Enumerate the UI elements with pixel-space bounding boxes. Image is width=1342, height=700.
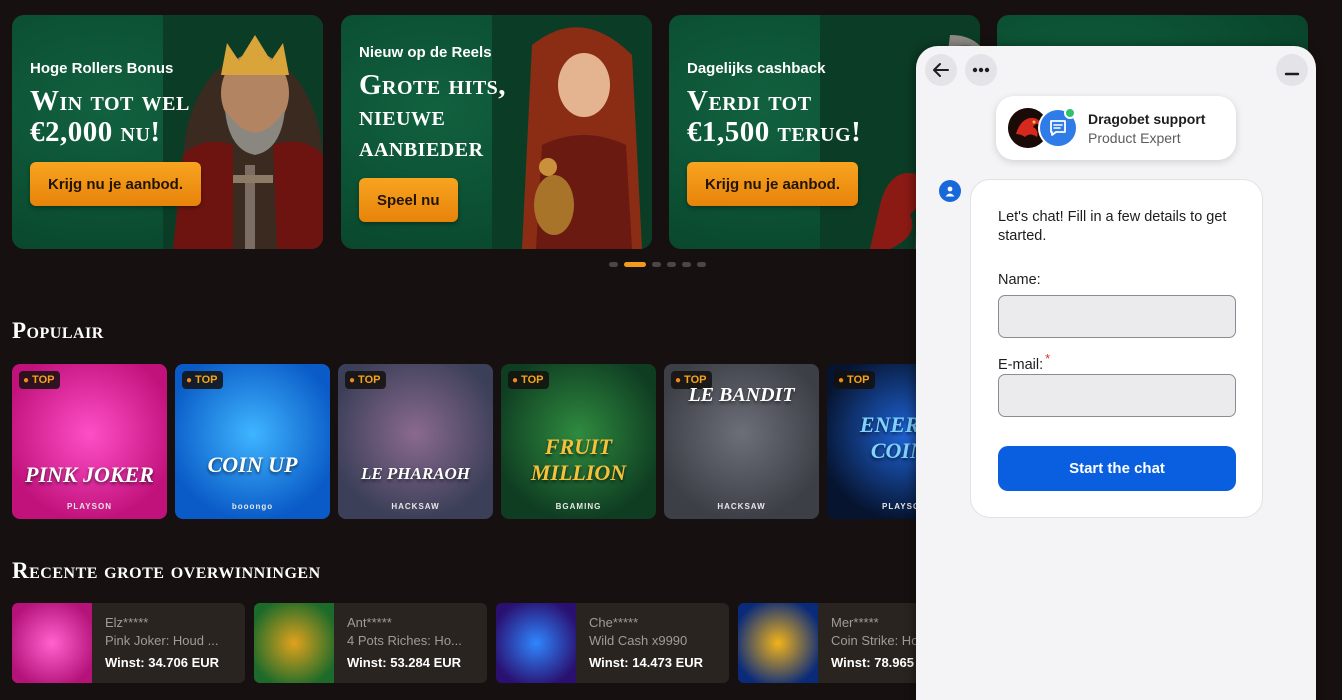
- start-chat-button[interactable]: Start the chat: [998, 446, 1236, 491]
- game-title: PINK JOKER: [25, 462, 154, 487]
- banner-headline: Verdi tot €1,500 terug!: [687, 85, 862, 148]
- flame-icon: ●: [838, 374, 845, 386]
- win-amount: Winst: 53.284 EUR: [347, 655, 462, 670]
- required-marker: *: [1045, 351, 1051, 366]
- game-tile[interactable]: ● TOP COIN UP booongo: [175, 364, 330, 519]
- game-thumbnail: [496, 603, 576, 683]
- support-chat-panel: Dragobet support Product Expert Let's ch…: [916, 46, 1316, 700]
- winner-name: Che*****: [589, 615, 639, 630]
- game-title: LE BANDIT: [688, 384, 795, 406]
- claim-offer-button[interactable]: Krijg nu je aanbod.: [687, 162, 859, 206]
- win-card[interactable]: Ant***** 4 Pots Riches: Ho... Winst: 53.…: [254, 603, 487, 683]
- carousel-dot-active[interactable]: [624, 262, 646, 267]
- game-title: FRUIT MILLION: [530, 434, 627, 485]
- badge-label: TOP: [32, 374, 55, 386]
- game-tile[interactable]: ●TOP ENERGY COINS PLAYSON: [827, 364, 917, 519]
- win-card[interactable]: Mer***** Coin Strike: Hold Winst: 78.965…: [738, 603, 917, 683]
- user-icon: [945, 186, 955, 197]
- win-amount: Winst: 34.706 EUR: [105, 655, 220, 670]
- game-thumbnail: [12, 603, 92, 683]
- banner-headline: Grote hits, nieuwe aanbieder: [359, 69, 507, 163]
- arrow-left-icon: [933, 63, 949, 77]
- game-tile[interactable]: ● TOP LE PHARAOH HACKSAW: [338, 364, 493, 519]
- game-provider: BGAMING: [555, 502, 602, 511]
- game-provider: PLAYSON: [67, 502, 112, 511]
- flame-icon: ●: [23, 374, 30, 386]
- recent-wins-section-title: Recente grote overwinningen: [12, 558, 321, 583]
- game-title: ENERGY COINS: [859, 412, 917, 463]
- badge-label: TOP: [358, 374, 381, 386]
- flame-icon: ●: [349, 374, 356, 386]
- email-label: E-mail: *: [998, 351, 1050, 373]
- promo-banner-new-reels[interactable]: Nieuw op de Reels Grote hits, nieuwe aan…: [341, 15, 652, 249]
- agent-name: Dragobet support: [1088, 111, 1206, 127]
- carousel-dot[interactable]: [609, 262, 618, 267]
- top-badge: ● TOP: [345, 371, 387, 389]
- badge-label: TOP: [195, 374, 218, 386]
- game-tile[interactable]: ● TOP PINK JOKER PLAYSON: [12, 364, 167, 519]
- flame-icon: ●: [512, 374, 519, 386]
- game-provider: PLAYSON: [882, 502, 917, 511]
- bot-avatar: [939, 180, 961, 202]
- name-label-text: Name:: [998, 272, 1041, 288]
- win-card[interactable]: Elz***** Pink Joker: Houd ... Winst: 34.…: [12, 603, 245, 683]
- game-thumbnail: [254, 603, 334, 683]
- banner-headline: Win tot wel €2,000 nu!: [30, 85, 190, 148]
- more-options-button[interactable]: [965, 54, 997, 86]
- minimize-button[interactable]: [1276, 54, 1308, 86]
- recent-wins-row: Elz***** Pink Joker: Houd ... Winst: 34.…: [12, 603, 917, 683]
- agent-role: Product Expert: [1088, 130, 1181, 146]
- top-badge: ● TOP: [508, 371, 550, 389]
- flame-icon: ●: [186, 374, 193, 386]
- game-title: COIN UP: [207, 452, 298, 477]
- win-card[interactable]: Che***** Wild Cash x9990 Winst: 14.473 E…: [496, 603, 729, 683]
- carousel-dot[interactable]: [667, 262, 676, 267]
- banner-eyebrow: Nieuw op de Reels: [359, 44, 492, 61]
- agent-card: Dragobet support Product Expert: [996, 96, 1236, 160]
- game-title: LE PHARAOH: [360, 464, 471, 483]
- winner-name: Mer*****: [831, 615, 879, 630]
- email-input[interactable]: [998, 374, 1236, 417]
- popular-games-row: ● TOP PINK JOKER PLAYSON ● TOP COIN UP boo…: [12, 364, 917, 519]
- top-badge: ● TOP: [834, 371, 876, 389]
- email-label-text: E-mail:: [998, 356, 1044, 373]
- win-game-name: Coin Strike: Hold: [831, 633, 917, 648]
- carousel-dot[interactable]: [682, 262, 691, 267]
- game-tile[interactable]: ● TOP LE BANDIT HACKSAW: [664, 364, 819, 519]
- play-now-button[interactable]: Speel nu: [359, 178, 458, 222]
- name-label: Name:: [998, 272, 1041, 288]
- name-input[interactable]: [998, 295, 1236, 338]
- carousel-dot[interactable]: [652, 262, 661, 267]
- badge-label: TOP: [521, 374, 544, 386]
- game-tile[interactable]: ● TOP FRUIT MILLION BGAMING: [501, 364, 656, 519]
- win-game-name: Pink Joker: Houd ...: [105, 633, 219, 648]
- promo-banner-high-rollers[interactable]: Hoge Rollers Bonus Win tot wel €2,000 nu…: [12, 15, 323, 249]
- winner-name: Ant*****: [347, 615, 392, 630]
- winner-name: Elz*****: [105, 615, 149, 630]
- minimize-icon: [1284, 72, 1300, 76]
- back-button[interactable]: [925, 54, 957, 86]
- banner-eyebrow: Dagelijks cashback: [687, 60, 826, 77]
- game-provider: HACKSAW: [391, 502, 440, 511]
- game-thumbnail: [738, 603, 818, 683]
- pre-chat-form: Let's chat! Fill in a few details to get…: [970, 179, 1263, 518]
- carousel-dots: [609, 262, 706, 267]
- popular-section-title: Populair: [12, 318, 104, 343]
- win-amount: Winst: 14.473 EUR: [589, 655, 704, 670]
- top-badge: ● TOP: [19, 371, 61, 389]
- top-badge: ● TOP: [182, 371, 224, 389]
- chat-bubble-icon: [1050, 120, 1066, 136]
- badge-label: TOP: [847, 374, 870, 386]
- more-dots-icon: [972, 67, 990, 73]
- game-provider: booongo: [231, 502, 274, 511]
- win-amount: Winst: 78.965 EUR: [831, 655, 917, 670]
- online-status-dot: [1064, 107, 1076, 119]
- claim-offer-button[interactable]: Krijg nu je aanbod.: [30, 162, 202, 206]
- form-intro: Let's chat! Fill in a few details to get…: [998, 209, 1227, 244]
- carousel-dot[interactable]: [697, 262, 706, 267]
- banner-eyebrow: Hoge Rollers Bonus: [30, 60, 174, 77]
- win-game-name: 4 Pots Riches: Ho...: [347, 633, 462, 648]
- win-game-name: Wild Cash x9990: [589, 633, 688, 648]
- game-provider: HACKSAW: [717, 502, 766, 511]
